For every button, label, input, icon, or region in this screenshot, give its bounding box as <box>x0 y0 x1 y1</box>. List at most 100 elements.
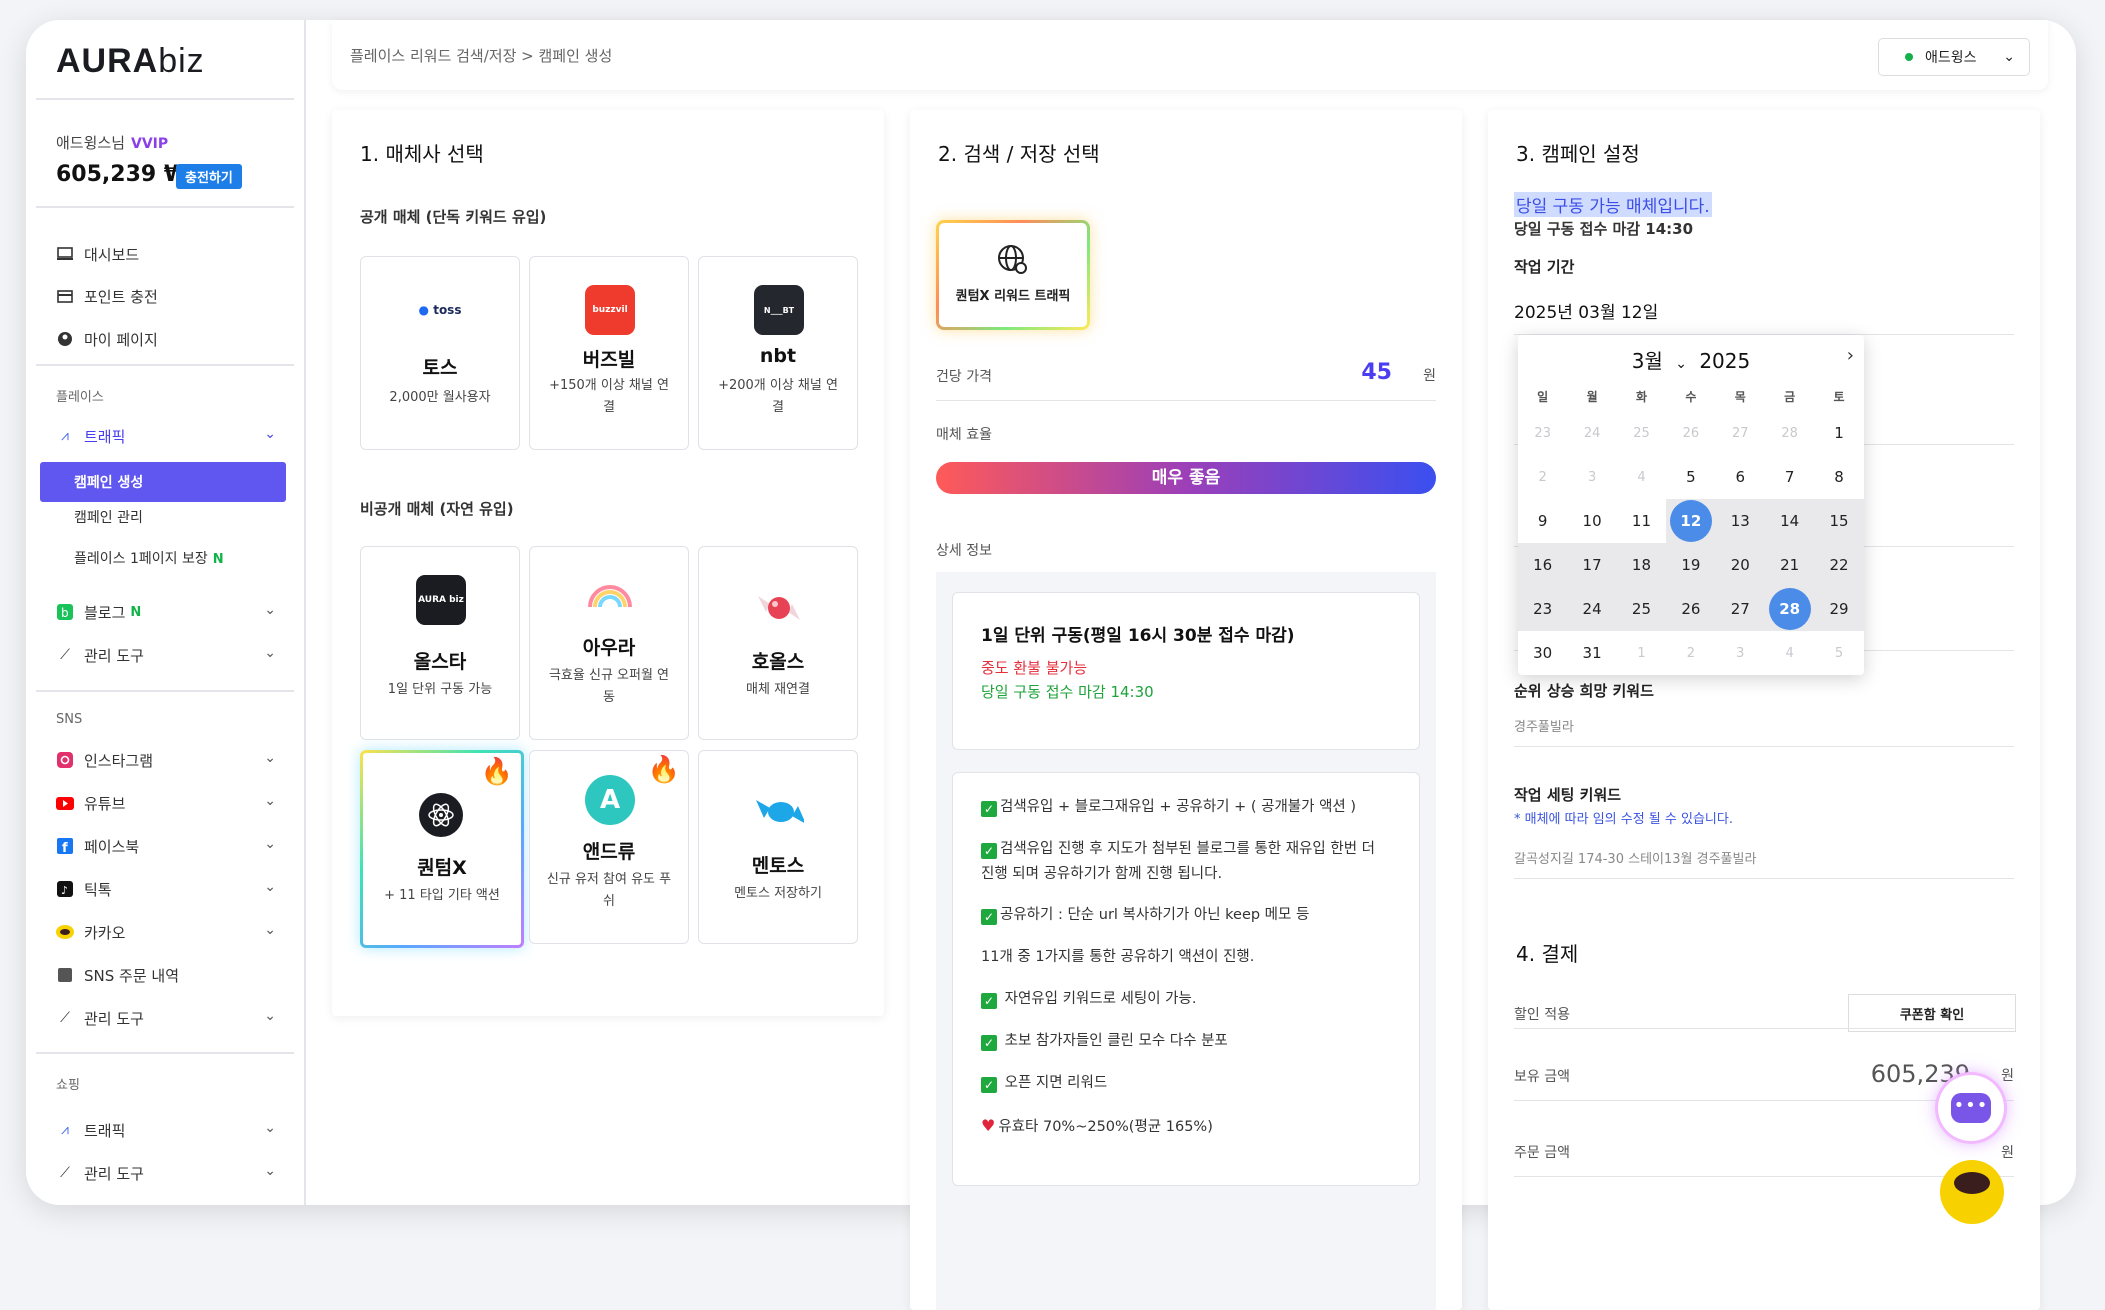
calendar-day[interactable]: 20 <box>1715 543 1765 587</box>
calendar-day[interactable]: 11 <box>1616 499 1667 543</box>
sidebar-item-mypage[interactable]: 마이 페이지 <box>56 325 304 353</box>
calendar-day[interactable]: 31 <box>1567 631 1616 675</box>
media-card-aura[interactable]: 아우라 극효율 신규 오퍼월 연동 <box>529 546 689 740</box>
sidebar-item-facebook[interactable]: f 페이스북 ⌄ <box>56 832 304 860</box>
sidebar-item-campaign-manage[interactable]: 캠페인 관리 <box>74 507 143 527</box>
calendar-day-selected[interactable]: 28 <box>1764 587 1815 631</box>
coupon-button[interactable]: 쿠폰함 확인 <box>1848 994 2016 1032</box>
chevron-down-icon: ⌄ <box>264 1163 276 1179</box>
sidebar-item-campaign-create[interactable]: 캠페인 생성 <box>40 462 286 502</box>
calendar-day[interactable]: 23 <box>1518 587 1568 631</box>
media-name: 버즈빌 <box>582 349 636 371</box>
calendar-day[interactable]: 29 <box>1814 587 1864 631</box>
calendar-day[interactable]: 5 <box>1666 455 1715 499</box>
calendar-day: 28 <box>1781 425 1798 441</box>
price-value: 45 <box>1361 360 1392 385</box>
sidebar-item-shopping-traffic[interactable]: ⩘ 트래픽 ⌄ <box>56 1116 304 1144</box>
chevron-down-icon[interactable]: ⌄ <box>1675 356 1687 372</box>
media-card-hoolls[interactable]: 호올스 매체 재연결 <box>698 546 858 740</box>
media-desc: 멘토스 저장하기 <box>734 886 822 901</box>
calendar-day[interactable]: 7 <box>1765 455 1814 499</box>
calendar-day[interactable]: 21 <box>1764 543 1815 587</box>
rank-keyword-input[interactable]: 경주풀빌라 <box>1514 716 1574 735</box>
sidebar-item-dashboard[interactable]: 대시보드 <box>56 240 304 268</box>
calendar-day[interactable]: 24 <box>1567 587 1617 631</box>
media-name: 토스 <box>422 357 458 379</box>
week-row: 30 31 1 2 3 4 5 <box>1518 631 1864 675</box>
media-card-allstar[interactable]: AURA biz 올스타 1일 단위 구동 가능 <box>360 546 520 740</box>
sidebar-item-place-first-page[interactable]: 플레이스 1페이지 보장 N <box>74 548 224 568</box>
charge-button[interactable]: 충전하기 <box>176 164 242 189</box>
media-card-quantumx[interactable]: 🔥 퀀텀X + 11 타입 기타 액션 <box>360 750 524 948</box>
media-desc: 1일 단위 구동 가능 <box>387 682 493 697</box>
calendar-day: 3 <box>1587 469 1597 485</box>
method-card-quantumx[interactable]: 퀀텀X 리워드 트래픽 <box>936 220 1090 330</box>
calendar-day[interactable]: 30 <box>1518 631 1567 675</box>
sidebar-item-traffic[interactable]: ⩘ 트래픽 ⌄ <box>56 422 304 450</box>
divider <box>1514 746 2014 747</box>
weekday-label: 일 <box>1537 389 1549 404</box>
price-unit: 원 <box>1423 368 1436 384</box>
detail-title: 1일 단위 구동(평일 16시 30분 접수 마감) <box>981 626 1295 646</box>
calendar-day[interactable]: 26 <box>1666 587 1716 631</box>
calendar-day[interactable]: 6 <box>1716 455 1765 499</box>
setting-keyword-input[interactable]: 갈곡성지길 174-30 스테이13월 경주풀빌라 <box>1514 848 1756 867</box>
calendar-day[interactable]: 9 <box>1518 499 1568 543</box>
period-input[interactable]: 2025년 03월 12일 <box>1514 298 1658 323</box>
calendar-day-selected[interactable]: 12 <box>1666 499 1716 543</box>
calendar-day[interactable]: 18 <box>1616 543 1667 587</box>
calendar-day[interactable]: 19 <box>1666 543 1716 587</box>
check-icon: ✓ <box>981 909 997 925</box>
calendar-day[interactable]: 22 <box>1814 543 1864 587</box>
calendar-day[interactable]: 15 <box>1814 499 1864 543</box>
order-unit: 원 <box>2001 1145 2014 1161</box>
chevron-down-icon: ⌄ <box>264 750 276 766</box>
week-row: 23 24 25 26 27 28 29 <box>1518 587 1864 631</box>
calendar-day[interactable]: 13 <box>1715 499 1765 543</box>
owned-unit: 원 <box>2001 1068 2014 1084</box>
calendar-day[interactable]: 16 <box>1518 543 1568 587</box>
calendar-day[interactable]: 27 <box>1715 587 1765 631</box>
heart-icon: ♥ <box>981 1116 996 1135</box>
account-select[interactable]: 애드윙스 ⌄ <box>1878 38 2030 76</box>
sidebar-item-shopping-tools[interactable]: ⟋ 관리 도구 ⌄ <box>56 1159 304 1187</box>
calendar-grid: 일 월 화 수 목 금 토 23 24 25 26 27 28 1 2 3 4 5 6 7 8 9 10 11 12 13 14 15… <box>1518 381 1864 675</box>
chat-button[interactable]: ••• <box>1938 1075 2004 1141</box>
media-card-toss[interactable]: ● toss 토스 2,000만 월사용자 <box>360 256 520 450</box>
calendar-day[interactable]: 1 <box>1814 411 1863 455</box>
media-card-mentos[interactable]: 멘토스 멘토스 저장하기 <box>698 750 858 944</box>
calendar-day: 23 <box>1534 425 1551 441</box>
sidebar-item-youtube[interactable]: 유튜브 ⌄ <box>56 789 304 817</box>
calendar-day[interactable]: 25 <box>1616 587 1667 631</box>
feature-item: ✓ 자연유입 키워드로 세팅이 가능. <box>981 987 1381 1012</box>
sidebar-item-point-charge[interactable]: 포인트 충전 <box>56 282 304 310</box>
new-badge: N <box>130 604 142 620</box>
sidebar-item-sns-tools[interactable]: ⟋ 관리 도구 ⌄ <box>56 1004 304 1032</box>
year-select[interactable]: 2025 <box>1699 349 1750 373</box>
sidebar-item-instagram[interactable]: 인스타그램 ⌄ <box>56 746 304 774</box>
sidebar-item-kakao[interactable]: 카카오 ⌄ <box>56 918 304 946</box>
media-card-andrew[interactable]: 🔥 A 앤드류 신규 유저 참여 유도 푸쉬 <box>529 750 689 944</box>
panel-title: 1. 매체사 선택 <box>360 142 484 166</box>
brand-logo[interactable]: AURAbiz <box>56 42 205 81</box>
calendar-day[interactable]: 8 <box>1814 455 1863 499</box>
fire-icon: 🔥 <box>480 757 513 787</box>
divider <box>936 400 1436 401</box>
calendar-day[interactable]: 17 <box>1567 543 1617 587</box>
month-select[interactable]: 3월 <box>1632 349 1663 373</box>
calendar-day[interactable]: 10 <box>1567 499 1617 543</box>
sidebar-item-tiktok[interactable]: ♪ 틱톡 ⌄ <box>56 875 304 903</box>
kakao-chat-button[interactable] <box>1940 1160 2004 1224</box>
calendar-day[interactable]: 14 <box>1764 499 1815 543</box>
youtube-icon <box>56 794 74 812</box>
sidebar-item-place-tools[interactable]: ⟋ 관리 도구 ⌄ <box>56 641 304 669</box>
divider <box>36 98 294 100</box>
sidebar-item-sns-orders[interactable]: SNS 주문 내역 <box>56 961 304 989</box>
traffic-icon: ⩘ <box>61 1122 69 1138</box>
next-month-icon[interactable]: › <box>1847 345 1854 366</box>
media-card-buzzvil[interactable]: buzzvil 버즈빌 +150개 이상 채널 연결 <box>529 256 689 450</box>
sidebar-item-blog[interactable]: b 블로그 N ⌄ <box>56 598 304 626</box>
divider <box>36 690 294 692</box>
deadline-note: 당일 구동 접수 마감 14:30 <box>981 683 1154 701</box>
media-card-nbt[interactable]: N___BT nbt +200개 이상 채널 연결 <box>698 256 858 450</box>
